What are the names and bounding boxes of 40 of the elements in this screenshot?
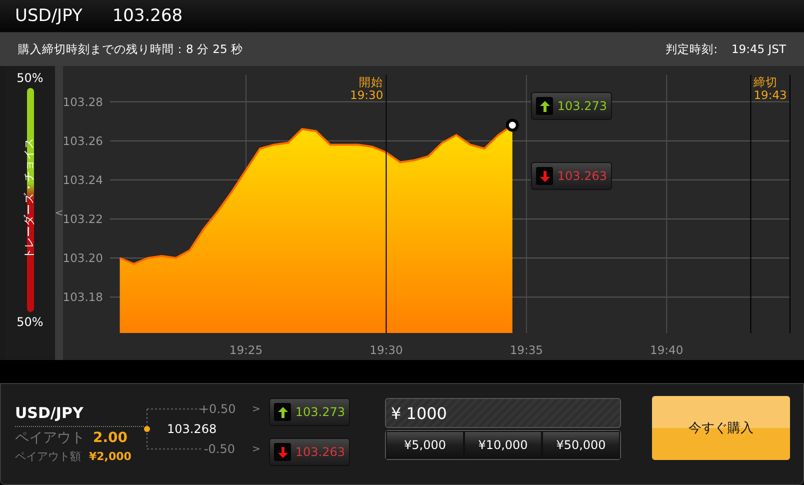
payout-label: ペイアウト (15, 429, 85, 447)
remaining-time: 購入締切時刻までの残り時間：8 分 25 秒 (18, 42, 243, 57)
preset-amount-button[interactable]: ¥50,000 (542, 431, 620, 459)
x-axis-label: 19:25 (229, 343, 263, 357)
y-axis-label: 103.24 (63, 172, 103, 187)
payout-amount-label: ペイアウト額 (15, 449, 81, 464)
y-axis-label: 103.26 (63, 134, 103, 148)
payout-amount: ¥2,000 (89, 450, 132, 463)
high-quote-button[interactable]: 103.273 (531, 92, 612, 120)
marker-label: 締切 19:43 (754, 75, 787, 102)
preset-amount-button[interactable]: ¥10,000 (464, 431, 542, 459)
high-button[interactable]: 103.273 (269, 398, 350, 426)
judgement-label: 判定時刻: (666, 42, 718, 57)
payout-value: 2.00 (93, 430, 128, 446)
sentiment-title: トレーダーズ・チョイス (22, 137, 36, 261)
judgement-time: 19:45 JST (731, 42, 786, 57)
current-price-dot (506, 118, 519, 132)
y-axis-label: 103.28 (63, 94, 103, 109)
offset-label: +0.50 (199, 402, 235, 416)
current-rate: 103.268 (112, 6, 183, 26)
x-axis-label: 19:30 (370, 343, 403, 357)
y-axis-label: 103.18 (63, 290, 103, 304)
offset-arrow: > (252, 444, 260, 454)
up-percent: 50% (16, 71, 44, 85)
collapse-button[interactable]: < (55, 66, 63, 360)
marker-label: 開始 19:30 (350, 75, 384, 102)
buy-now-button[interactable]: 今すぐ購入 (652, 396, 790, 460)
amount-input[interactable]: ¥ 1000 (389, 402, 620, 424)
currency-pair: USD/JPY (15, 6, 82, 26)
amount-field[interactable]: ¥ 1000 (385, 398, 621, 428)
offset-label: -0.50 (202, 442, 235, 456)
y-axis-label: 103.22 (63, 212, 103, 226)
spot-rate: 103.268 (166, 421, 218, 438)
preset-amount-button[interactable]: ¥5,000 (386, 431, 464, 459)
down-percent: 50% (16, 315, 44, 329)
y-axis-label: 103.20 (63, 251, 103, 265)
ticket-pair: USD/JPY (15, 404, 144, 427)
x-axis-label: 19:35 (510, 343, 543, 357)
offset-arrow: > (252, 404, 260, 414)
x-axis-label: 19:40 (650, 343, 684, 357)
